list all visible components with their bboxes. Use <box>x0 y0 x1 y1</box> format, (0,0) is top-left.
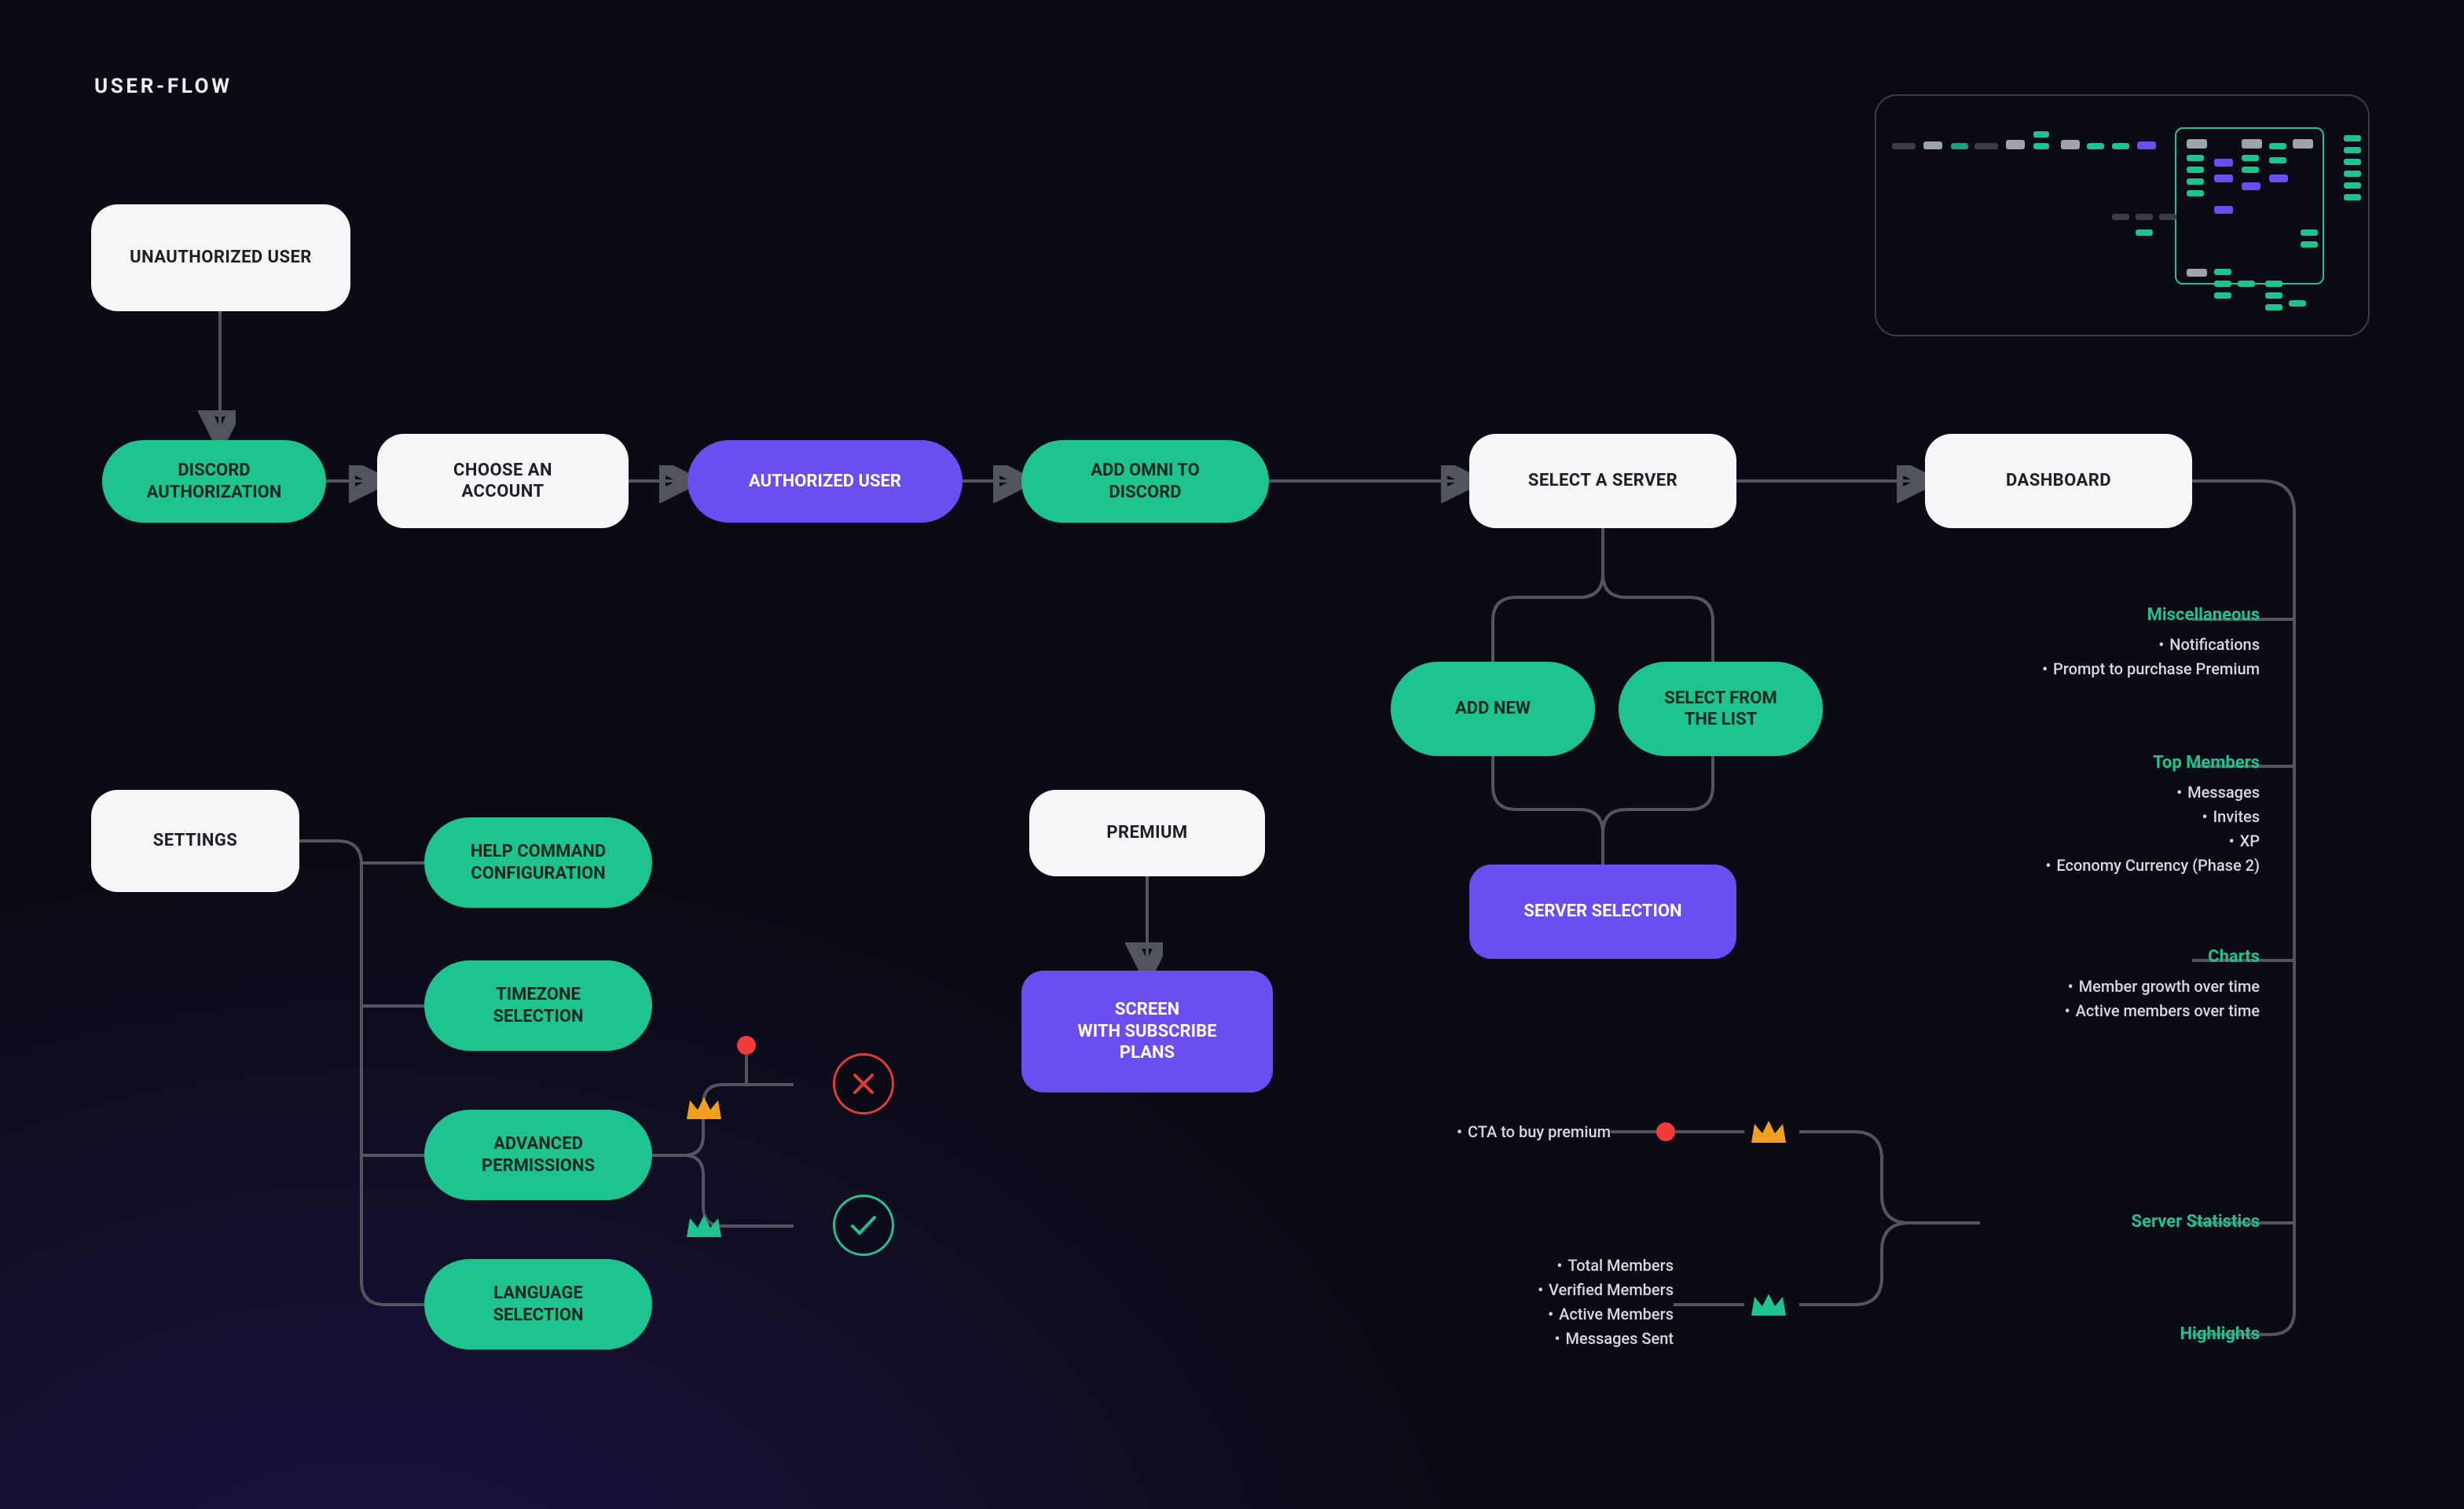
node-add-new: ADD NEW <box>1391 662 1595 756</box>
list-item: Verified Members <box>1501 1278 1674 1302</box>
bullets-stats: Total Members Verified Members Active Me… <box>1501 1254 1674 1351</box>
node-discord-authorization: DISCORD AUTHORIZATION <box>102 440 326 523</box>
list-item: Total Members <box>1501 1254 1674 1278</box>
node-timezone-selection: TIMEZONE SELECTION <box>424 960 652 1051</box>
x-circle-icon <box>833 1053 894 1114</box>
node-language-selection: LANGUAGE SELECTION <box>424 1259 652 1349</box>
node-add-omni-to-discord: ADD OMNI TO DISCORD <box>1021 440 1269 523</box>
list-item: XP <box>1851 829 2260 854</box>
node-advanced-permissions: ADVANCED PERMISSIONS <box>424 1110 652 1200</box>
minimap-viewport[interactable] <box>2175 127 2324 285</box>
bullets-cta: CTA to buy premium <box>1438 1120 1611 1144</box>
section-miscellaneous: Miscellaneous Notifications Prompt to pu… <box>1851 605 2260 681</box>
list-item: Messages <box>1851 780 2260 805</box>
crown-teal-icon <box>684 1210 724 1242</box>
node-server-selection: SERVER SELECTION <box>1469 865 1736 959</box>
list-item: Economy Currency (Phase 2) <box>1851 854 2260 878</box>
red-dot-icon <box>737 1036 756 1055</box>
minimap[interactable] <box>1875 94 2370 336</box>
list-item: Active Members <box>1501 1302 1674 1327</box>
node-select-from-the-list: SELECT FROM THE LIST <box>1619 662 1823 756</box>
section-heading: Top Members <box>1851 753 2260 773</box>
node-choose-an-account: CHOOSE AN ACCOUNT <box>377 434 629 528</box>
node-select-a-server: SELECT A SERVER <box>1469 434 1736 528</box>
check-circle-icon <box>833 1195 894 1256</box>
node-unauthorized-user: UNAUTHORIZED USER <box>91 204 350 311</box>
node-authorized-user: AUTHORIZED USER <box>688 440 962 523</box>
section-charts: Charts Member growth over time Active me… <box>1851 947 2260 1023</box>
node-settings: SETTINGS <box>91 790 299 892</box>
list-item: Notifications <box>1851 633 2260 657</box>
section-top-members: Top Members Messages Invites XP Economy … <box>1851 753 2260 878</box>
list-item: Member growth over time <box>1851 975 2260 999</box>
list-item: Messages Sent <box>1501 1327 1674 1351</box>
list-item: CTA to buy premium <box>1438 1120 1611 1144</box>
node-subscribe-plans: SCREEN WITH SUBSCRIBE PLANS <box>1021 971 1273 1092</box>
crown-teal-icon <box>1748 1289 1789 1320</box>
crown-orange-icon <box>684 1092 724 1124</box>
red-dot-icon <box>1656 1122 1675 1141</box>
section-heading: Charts <box>1851 947 2260 967</box>
section-heading: Miscellaneous <box>1851 605 2260 625</box>
list-item: Active members over time <box>1851 999 2260 1023</box>
node-help-command-configuration: HELP COMMAND CONFIGURATION <box>424 817 652 908</box>
node-dashboard: DASHBOARD <box>1925 434 2192 528</box>
section-highlights: Highlights <box>2180 1324 2260 1344</box>
page-title: USER-FLOW <box>94 75 233 98</box>
list-item: Prompt to purchase Premium <box>1851 657 2260 681</box>
crown-orange-icon <box>1748 1116 1789 1147</box>
node-premium: PREMIUM <box>1029 790 1265 876</box>
section-server-statistics: Server Statistics <box>2132 1212 2260 1232</box>
list-item: Invites <box>1851 805 2260 829</box>
